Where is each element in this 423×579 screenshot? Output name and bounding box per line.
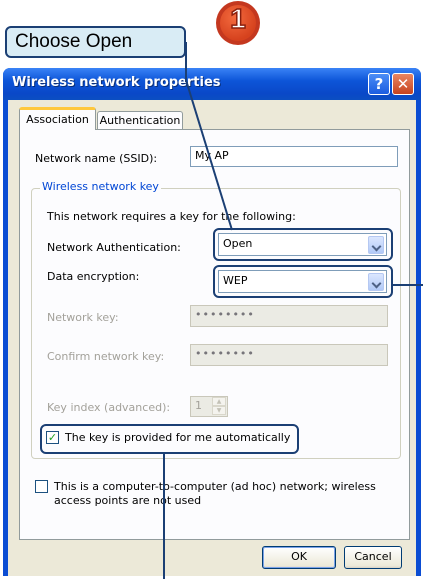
spin-down-icon[interactable]: ▼: [212, 406, 226, 415]
wireless-key-legend: Wireless network key: [40, 180, 161, 193]
key-requirement-text: This network requires a key for the foll…: [47, 210, 296, 223]
tab-association[interactable]: Association: [19, 107, 96, 130]
connector-line-encryption: [393, 284, 423, 286]
tab-authentication[interactable]: Authentication: [97, 111, 183, 129]
ok-button[interactable]: OK: [262, 546, 336, 569]
connector-line-open-vertical: [185, 42, 187, 82]
tab-authentication-label: Authentication: [99, 114, 181, 127]
key-index-spinner[interactable]: 1 ▲ ▼: [190, 396, 228, 417]
adhoc-label-line2: access points are not used: [54, 494, 202, 507]
cancel-button[interactable]: Cancel: [344, 546, 402, 569]
auto-key-highlight: [40, 424, 299, 454]
adhoc-label-line1: This is a computer-to-computer (ad hoc) …: [54, 480, 376, 493]
close-icon[interactable]: ✕: [392, 73, 414, 95]
key-index-value: 1: [195, 399, 202, 412]
network-auth-label: Network Authentication:: [47, 241, 181, 254]
spin-up-icon[interactable]: ▲: [212, 397, 226, 406]
help-icon[interactable]: ?: [368, 73, 390, 95]
connector-line-autokey: [163, 454, 165, 579]
adhoc-checkbox[interactable]: [35, 480, 48, 493]
ssid-label: Network name (SSID):: [35, 152, 158, 165]
step-number-badge: 1: [216, 1, 260, 45]
data-encryption-label: Data encryption:: [47, 270, 140, 283]
connector-line-open-diagonal: [185, 79, 233, 231]
network-key-input[interactable]: ••••••••: [190, 305, 388, 327]
choose-open-callout: Choose Open: [5, 26, 186, 58]
key-index-label: Key index (advanced):: [47, 401, 171, 414]
choose-open-label: Choose Open: [15, 31, 133, 52]
confirm-key-input[interactable]: ••••••••: [190, 344, 388, 366]
network-key-label: Network key:: [47, 311, 119, 324]
network-auth-highlight: [213, 228, 393, 261]
confirm-key-label: Confirm network key:: [47, 350, 165, 363]
tab-association-label: Association: [26, 113, 89, 126]
data-encryption-highlight: [213, 265, 393, 298]
step-number: 1: [229, 2, 246, 35]
